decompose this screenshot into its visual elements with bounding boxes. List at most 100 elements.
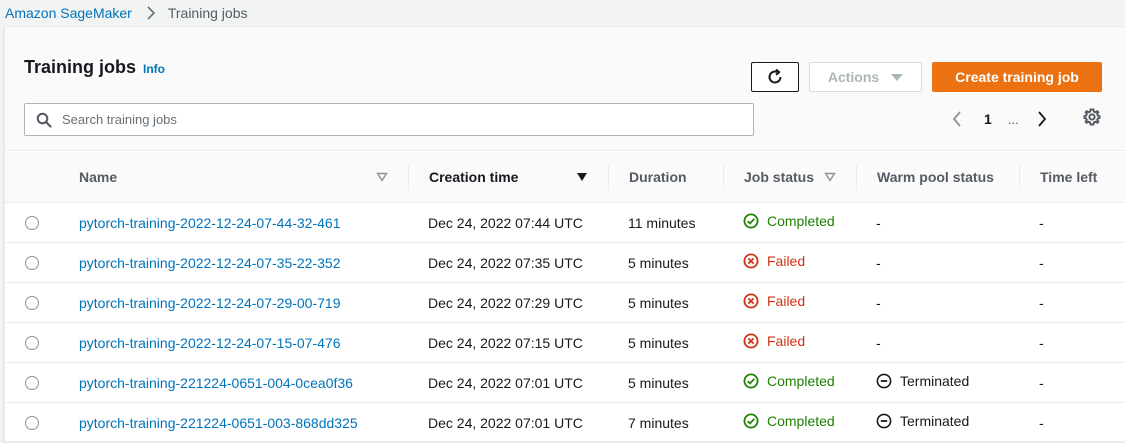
table-row[interactable]: pytorch-training-221224-0651-003-868dd32… bbox=[5, 402, 1125, 443]
training-job-link[interactable]: pytorch-training-2022-12-24-07-44-32-461 bbox=[79, 215, 341, 231]
warm-pool-status-text: Terminated bbox=[900, 413, 970, 429]
table-row[interactable]: pytorch-training-2022-12-24-07-29-00-719… bbox=[5, 282, 1125, 323]
check-circle-icon bbox=[743, 413, 763, 429]
job-status-text: Failed bbox=[767, 293, 806, 309]
training-job-link[interactable]: pytorch-training-2022-12-24-07-35-22-352 bbox=[79, 255, 341, 271]
job-status-cell: Failed bbox=[723, 242, 856, 283]
training-job-link[interactable]: pytorch-training-2022-12-24-07-15-07-476 bbox=[79, 335, 341, 351]
table-row[interactable]: pytorch-training-2022-12-24-07-44-32-461… bbox=[5, 202, 1125, 243]
row-select-cell bbox=[5, 202, 59, 243]
time-left-cell: - bbox=[1019, 242, 1125, 283]
refresh-button[interactable] bbox=[751, 62, 799, 92]
time-left-cell: - bbox=[1019, 362, 1125, 403]
search-icon bbox=[36, 112, 52, 128]
info-link[interactable]: Info bbox=[143, 62, 165, 76]
job-status-text: Completed bbox=[767, 413, 835, 429]
job-status-text: Completed bbox=[767, 373, 835, 389]
duration-cell: 7 minutes bbox=[608, 402, 723, 443]
row-radio-button[interactable] bbox=[25, 295, 39, 310]
check-circle-icon bbox=[743, 373, 763, 389]
creation-time-cell: Dec 24, 2022 07:35 UTC bbox=[408, 242, 608, 283]
x-circle-icon bbox=[743, 293, 763, 309]
page-title: Training jobs bbox=[24, 57, 137, 77]
search-input[interactable] bbox=[62, 112, 712, 127]
sort-descending-icon bbox=[576, 172, 588, 182]
creation-time-cell: Dec 24, 2022 07:01 UTC bbox=[408, 402, 608, 443]
actions-dropdown-button[interactable]: Actions bbox=[809, 62, 922, 92]
header-warm-pool-label: Warm pool status bbox=[877, 169, 994, 185]
warm-pool-status-text: - bbox=[876, 214, 881, 231]
gear-icon[interactable] bbox=[1083, 108, 1101, 126]
pagination: 1 ... bbox=[950, 107, 1049, 131]
header-warm-pool-status: Warm pool status bbox=[856, 152, 1019, 203]
row-radio-button[interactable] bbox=[25, 415, 39, 430]
row-select-cell bbox=[5, 322, 59, 363]
x-circle-icon bbox=[743, 253, 763, 269]
job-status-cell: Completed bbox=[723, 362, 856, 403]
time-left-cell: - bbox=[1019, 402, 1125, 443]
header-creation-time[interactable]: Creation time bbox=[408, 152, 608, 203]
panel-header: Training jobs Info Actions Create traini… bbox=[5, 27, 1125, 151]
row-select-cell bbox=[5, 402, 59, 443]
name-cell: pytorch-training-221224-0651-003-868dd32… bbox=[59, 402, 408, 443]
job-status-cell: Failed bbox=[723, 282, 856, 323]
table-row[interactable]: pytorch-training-221224-0651-004-0cea0f3… bbox=[5, 362, 1125, 403]
header-job-status-label: Job status bbox=[744, 169, 815, 185]
warm-pool-status-text: - bbox=[876, 294, 881, 311]
chevron-right-icon[interactable] bbox=[1035, 111, 1049, 127]
row-radio-button[interactable] bbox=[25, 335, 39, 350]
breadcrumb-sagemaker-link[interactable]: Amazon SageMaker bbox=[5, 5, 132, 21]
warm-pool-status-cell: - bbox=[856, 202, 1019, 243]
name-cell: pytorch-training-221224-0651-004-0cea0f3… bbox=[59, 362, 408, 403]
breadcrumb-current: Training jobs bbox=[167, 5, 248, 21]
table-row[interactable]: pytorch-training-2022-12-24-07-15-07-476… bbox=[5, 322, 1125, 363]
row-radio-button[interactable] bbox=[25, 375, 39, 390]
row-radio-button[interactable] bbox=[25, 255, 39, 270]
terminated-icon bbox=[876, 373, 896, 389]
chevron-right-icon bbox=[146, 6, 156, 20]
chevron-left-icon[interactable] bbox=[950, 111, 964, 127]
pagination-ellipsis: ... bbox=[1007, 111, 1019, 127]
job-status-text: Failed bbox=[767, 253, 806, 269]
creation-time-cell: Dec 24, 2022 07:44 UTC bbox=[408, 202, 608, 243]
duration-cell: 5 minutes bbox=[608, 322, 723, 363]
job-status-text: Failed bbox=[767, 333, 806, 349]
training-jobs-panel: Training jobs Info Actions Create traini… bbox=[4, 26, 1125, 443]
caret-down-icon bbox=[891, 73, 904, 81]
creation-time-cell: Dec 24, 2022 07:01 UTC bbox=[408, 362, 608, 403]
warm-pool-status-cell: - bbox=[856, 242, 1019, 283]
header-time-left: Time left bbox=[1019, 152, 1125, 203]
header-name-label: Name bbox=[79, 169, 118, 185]
training-job-link[interactable]: pytorch-training-221224-0651-004-0cea0f3… bbox=[79, 375, 353, 391]
refresh-icon bbox=[766, 68, 784, 86]
name-cell: pytorch-training-2022-12-24-07-15-07-476 bbox=[59, 322, 408, 363]
warm-pool-status-text: - bbox=[876, 254, 881, 271]
training-job-link[interactable]: pytorch-training-2022-12-24-07-29-00-719 bbox=[79, 295, 341, 311]
header-duration-label: Duration bbox=[629, 169, 687, 185]
job-status-cell: Completed bbox=[723, 202, 856, 243]
name-cell: pytorch-training-2022-12-24-07-35-22-352 bbox=[59, 242, 408, 283]
time-left-cell: - bbox=[1019, 282, 1125, 323]
header-name[interactable]: Name bbox=[59, 152, 408, 203]
row-select-cell bbox=[5, 362, 59, 403]
job-status-cell: Completed bbox=[723, 402, 856, 443]
training-job-link[interactable]: pytorch-training-221224-0651-003-868dd32… bbox=[79, 415, 358, 431]
header-creation-time-label: Creation time bbox=[429, 169, 519, 185]
sort-caret-icon bbox=[824, 172, 836, 182]
table-row[interactable]: pytorch-training-2022-12-24-07-35-22-352… bbox=[5, 242, 1125, 283]
header-select bbox=[5, 152, 59, 203]
header-job-status[interactable]: Job status bbox=[723, 152, 856, 203]
duration-cell: 5 minutes bbox=[608, 282, 723, 323]
current-page-number[interactable]: 1 bbox=[984, 111, 992, 127]
table-header-row: Name Creation time Duration Job status W… bbox=[5, 152, 1125, 203]
creation-time-cell: Dec 24, 2022 07:15 UTC bbox=[408, 322, 608, 363]
duration-cell: 5 minutes bbox=[608, 242, 723, 283]
row-select-cell bbox=[5, 242, 59, 283]
create-training-job-button[interactable]: Create training job bbox=[932, 62, 1102, 92]
x-circle-icon bbox=[743, 333, 763, 349]
search-box[interactable] bbox=[24, 103, 754, 136]
terminated-icon bbox=[876, 413, 896, 429]
row-radio-button[interactable] bbox=[25, 215, 39, 230]
warm-pool-status-text: Terminated bbox=[900, 373, 970, 389]
name-cell: pytorch-training-2022-12-24-07-29-00-719 bbox=[59, 282, 408, 323]
